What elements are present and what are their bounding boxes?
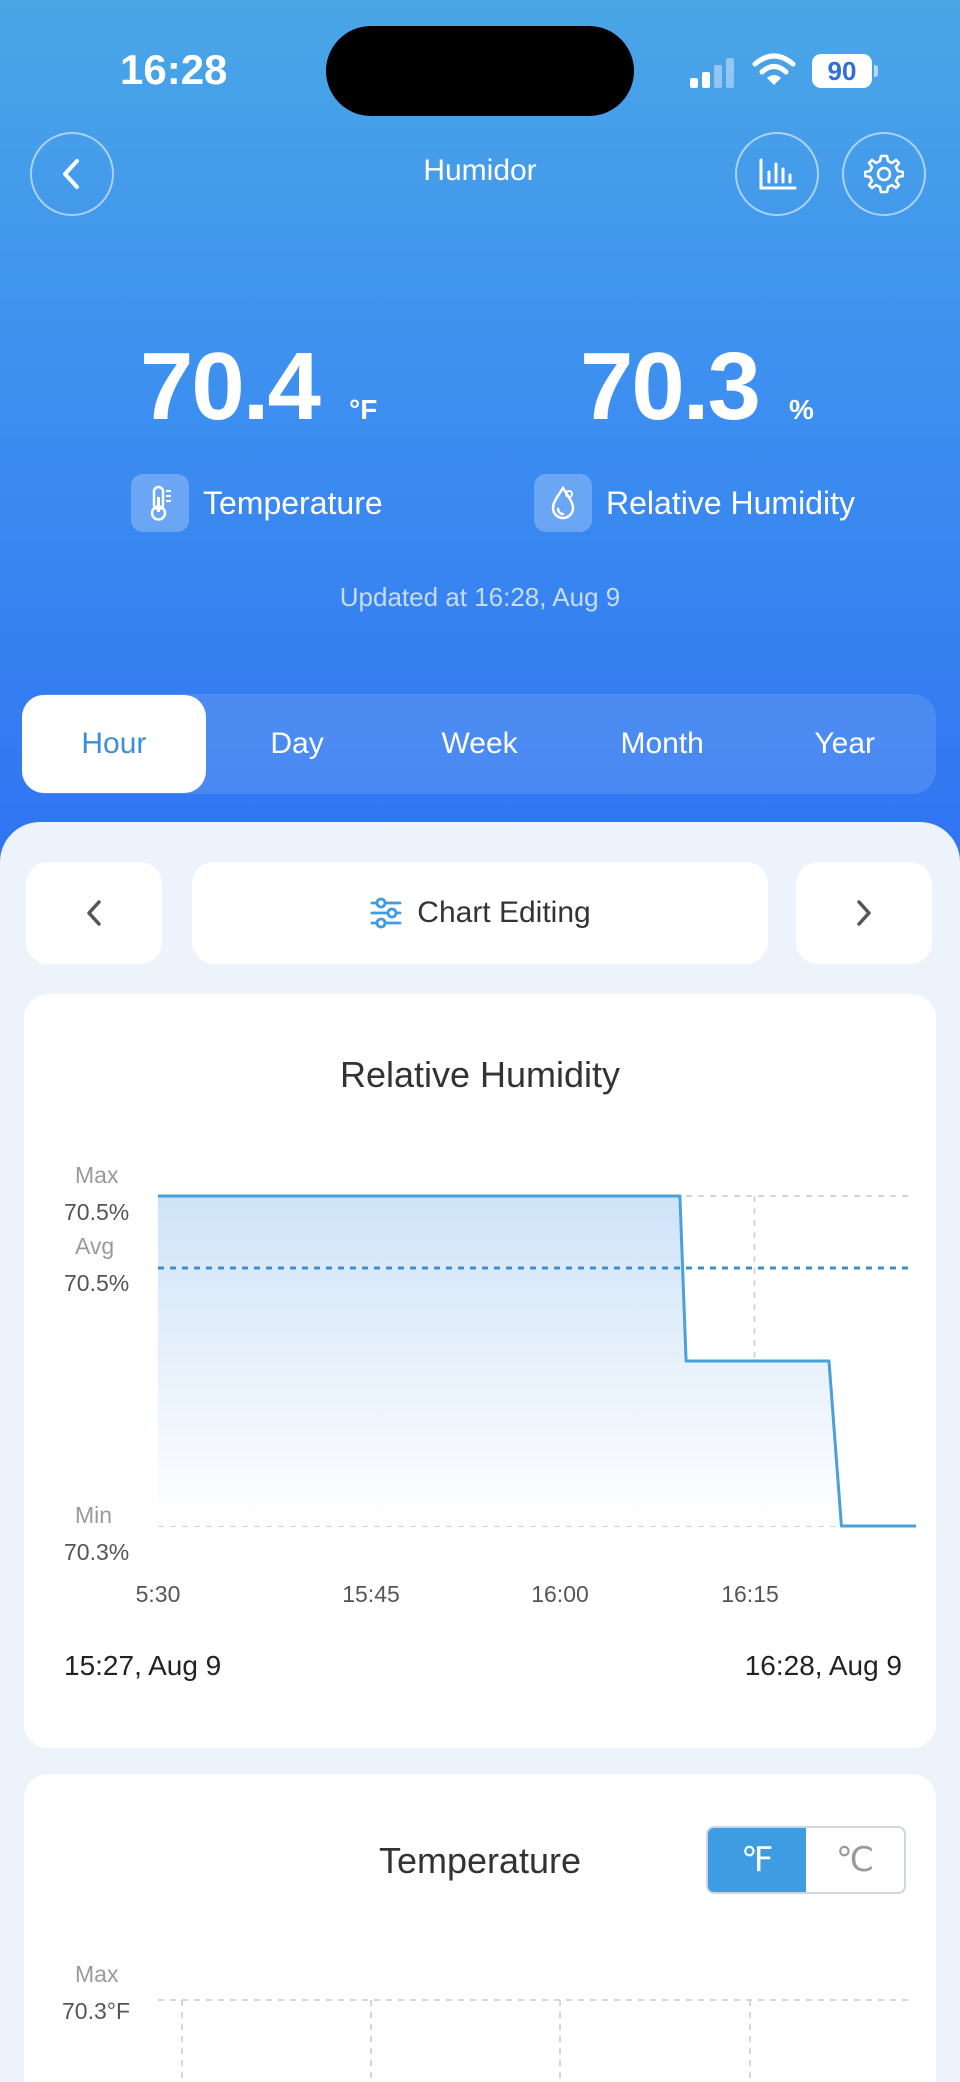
temperature-label-group: Temperature [131, 474, 383, 532]
x-tick-label: 16:15 [721, 1581, 779, 1607]
temperature-value: 70.4 [140, 333, 321, 440]
fahrenheit-option[interactable]: ℉ [708, 1828, 806, 1892]
updated-timestamp: Updated at 16:28, Aug 9 [339, 582, 621, 612]
temperature-unit-toggle: ℉ ℃ [706, 1826, 906, 1894]
max-label: Max [75, 1162, 119, 1188]
chart-editing-button[interactable]: Chart Editing [192, 862, 768, 964]
chevron-left-icon [63, 159, 79, 189]
tab-week[interactable]: Week [388, 694, 571, 794]
humidity-value: 70.3 [580, 333, 761, 440]
temp-max-value: 70.3°F [62, 1998, 130, 2024]
humidity-chart-card: Relative Humidity Max 70.5% Avg 70.5% Mi… [24, 994, 936, 1748]
humidity-unit: % [789, 394, 814, 425]
back-button[interactable] [30, 132, 114, 216]
chevron-left-icon [87, 900, 101, 926]
page-title: Humidor [423, 154, 537, 187]
status-bar: 16:28 90 [0, 0, 960, 140]
min-label: Min [75, 1502, 112, 1528]
next-period-button[interactable] [796, 862, 932, 964]
range-end-label: 16:28, Aug 9 [744, 1650, 902, 1681]
temperature-chart-card: Temperature Max 70.3°F [24, 1774, 936, 2082]
wifi-icon [752, 53, 796, 85]
humidity-chart: Max 70.5% Avg 70.5% Min 70.3% 5:30 15:45… [64, 1162, 916, 1607]
tab-day[interactable]: Day [206, 694, 389, 794]
humidity-chart-title: Relative Humidity [339, 1054, 621, 1095]
max-value: 70.5% [64, 1199, 129, 1225]
gear-icon [864, 154, 904, 194]
bar-chart-icon [759, 158, 797, 190]
humidity-label-group: Relative Humidity [534, 474, 855, 532]
humidity-label: Relative Humidity [606, 484, 855, 521]
range-start-label: 15:27, Aug 9 [64, 1650, 222, 1681]
tab-month[interactable]: Month [571, 694, 754, 794]
tab-year[interactable]: Year [753, 694, 936, 794]
min-value: 70.3% [64, 1539, 129, 1565]
battery-indicator: 90 [812, 54, 878, 88]
chart-editing-label: Chart Editing [417, 896, 591, 929]
battery-nub [874, 65, 878, 77]
temperature-unit: °F [349, 394, 378, 425]
previous-period-button[interactable] [26, 862, 162, 964]
statistics-button[interactable] [735, 132, 819, 216]
celsius-option[interactable]: ℃ [806, 1828, 904, 1892]
x-tick-label: 16:00 [531, 1581, 589, 1607]
battery-level: 90 [812, 54, 872, 88]
avg-value: 70.5% [64, 1270, 129, 1296]
status-time: 16:28 [120, 46, 228, 93]
thermometer-icon [131, 474, 189, 532]
temp-max-label: Max [75, 1961, 119, 1987]
cellular-signal-icon [690, 58, 734, 88]
humidity-drop-icon [534, 474, 592, 532]
avg-label: Avg [75, 1233, 114, 1259]
temperature-chart: Max 70.3°F [62, 1961, 910, 2082]
time-range-tabs: Hour Day Week Month Year [22, 694, 936, 794]
x-tick-label: 5:30 [136, 1581, 181, 1607]
tab-hour[interactable]: Hour [22, 695, 206, 793]
temperature-label: Temperature [203, 484, 383, 521]
x-tick-label: 15:45 [342, 1581, 400, 1607]
dynamic-island [326, 26, 634, 116]
chevron-right-icon [857, 900, 871, 926]
sliders-icon [370, 897, 402, 929]
settings-button[interactable] [842, 132, 926, 216]
